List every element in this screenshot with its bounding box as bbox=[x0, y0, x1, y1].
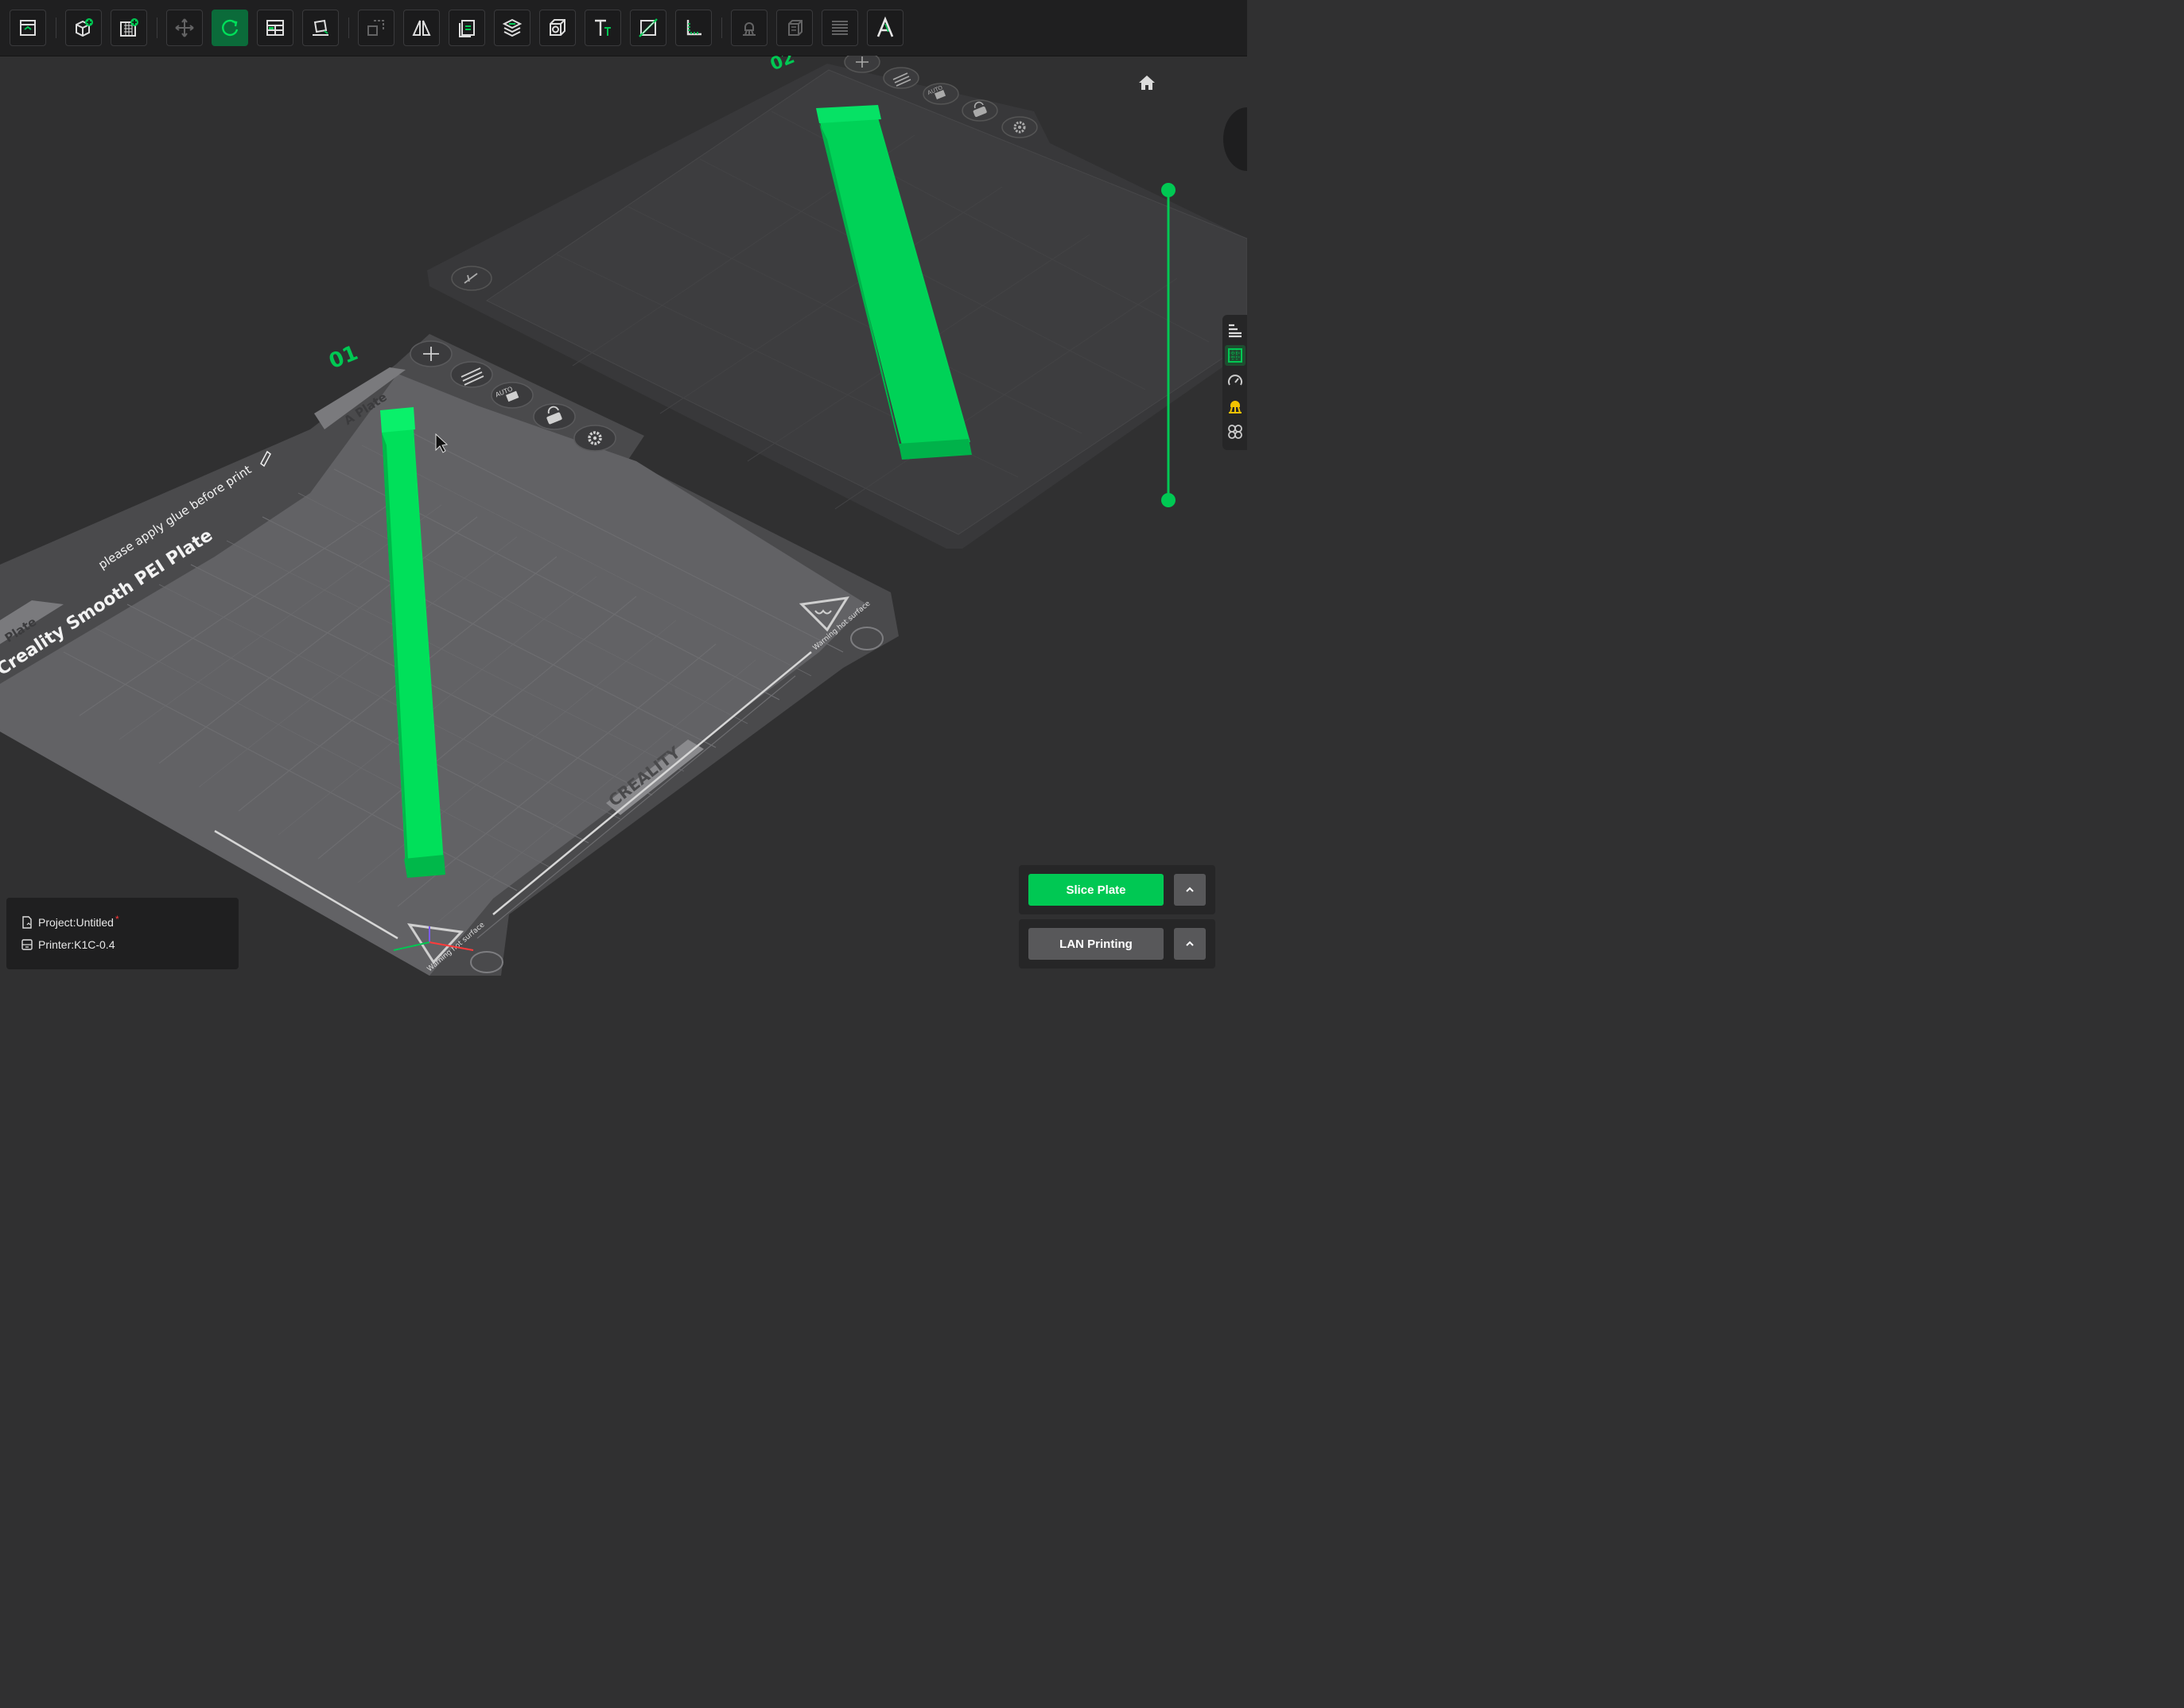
arrange-icon bbox=[266, 20, 284, 36]
object-list-icon bbox=[1229, 324, 1242, 338]
main-toolbar bbox=[0, 0, 1247, 56]
copy-button[interactable] bbox=[449, 10, 485, 46]
cut-button[interactable] bbox=[630, 10, 666, 46]
plate-01-settings-button[interactable] bbox=[573, 425, 616, 452]
slice-actions-panel: Slice Plate LAN Printing bbox=[1019, 865, 1215, 969]
hollow-button[interactable] bbox=[539, 10, 576, 46]
home-icon bbox=[1139, 76, 1155, 90]
plate-01-auto-arrange-button[interactable]: AUTO bbox=[491, 382, 534, 409]
tab-support[interactable] bbox=[1225, 396, 1246, 417]
plate-02-auto-arrange-button[interactable]: AUTO bbox=[923, 83, 959, 105]
open-project-icon bbox=[20, 20, 36, 36]
open-project-button[interactable] bbox=[10, 10, 46, 46]
support-icon bbox=[1229, 401, 1242, 413]
move-icon bbox=[175, 18, 194, 37]
arrange-button[interactable] bbox=[257, 10, 293, 46]
lan-printing-button[interactable]: LAN Printing bbox=[1028, 928, 1164, 960]
speedometer-icon bbox=[1228, 375, 1242, 386]
seam-icon bbox=[788, 20, 802, 36]
font-button[interactable] bbox=[867, 10, 904, 46]
rotate-icon bbox=[222, 19, 239, 37]
font-icon bbox=[876, 16, 894, 37]
scale-icon bbox=[367, 20, 384, 36]
mirror-icon bbox=[412, 20, 431, 36]
plate-grid-icon bbox=[1228, 348, 1242, 363]
measure-button[interactable] bbox=[675, 10, 712, 46]
print-options-button[interactable] bbox=[1174, 928, 1206, 960]
shapes-icon bbox=[1228, 425, 1242, 439]
unsaved-marker: * bbox=[115, 914, 119, 925]
tab-variable-layer[interactable] bbox=[1225, 421, 1246, 442]
toolbar-divider bbox=[348, 17, 349, 38]
support-paint-button[interactable] bbox=[731, 10, 768, 46]
plate-01-orient-button[interactable] bbox=[450, 361, 493, 388]
lay-on-face-button[interactable] bbox=[302, 10, 339, 46]
printer-name: Printer:K1C-0.4 bbox=[38, 938, 115, 951]
add-plate-button[interactable] bbox=[111, 10, 147, 46]
add-model-icon bbox=[76, 18, 93, 37]
chevron-up-icon bbox=[1186, 887, 1194, 892]
text-icon bbox=[595, 19, 611, 36]
plate-02-add-button[interactable] bbox=[844, 56, 880, 73]
printer-icon bbox=[21, 939, 33, 950]
support-paint-icon bbox=[743, 22, 756, 36]
move-button[interactable] bbox=[166, 10, 203, 46]
measure-icon bbox=[686, 20, 701, 36]
document-icon bbox=[22, 916, 32, 929]
right-tab-strip bbox=[1222, 315, 1247, 450]
layer-slider-bottom-handle[interactable] bbox=[1161, 493, 1176, 507]
home-view-button[interactable] bbox=[1136, 72, 1158, 94]
chevron-up-icon bbox=[1186, 941, 1194, 946]
print-action-row: LAN Printing bbox=[1019, 919, 1215, 969]
plate-02-lock-button[interactable] bbox=[962, 99, 998, 122]
tab-objects[interactable] bbox=[1225, 320, 1246, 340]
plate-01-lock-button[interactable] bbox=[533, 403, 576, 430]
text-button[interactable] bbox=[585, 10, 621, 46]
seam-button[interactable] bbox=[776, 10, 813, 46]
mirror-button[interactable] bbox=[403, 10, 440, 46]
plate-02-orient-button[interactable] bbox=[883, 67, 919, 89]
view-cube-partial[interactable] bbox=[1223, 107, 1247, 171]
add-model-button[interactable] bbox=[65, 10, 102, 46]
cut-icon bbox=[639, 18, 658, 37]
project-row: Project:Untitled * bbox=[21, 914, 119, 931]
add-plate-icon bbox=[120, 18, 138, 37]
layer-slider-top-handle[interactable] bbox=[1161, 183, 1176, 197]
project-status-panel: Project:Untitled * Printer:K1C-0.4 bbox=[6, 898, 239, 969]
slice-plate-button[interactable]: Slice Plate bbox=[1028, 874, 1164, 906]
layers-button[interactable] bbox=[822, 10, 858, 46]
slice-action-row: Slice Plate bbox=[1019, 865, 1215, 914]
viewport-3d[interactable]: 02 AUTO 01 A Plate Plate please apply gl… bbox=[0, 56, 1247, 976]
hollow-icon bbox=[550, 19, 565, 36]
slice-layers-button[interactable] bbox=[494, 10, 530, 46]
plate-02-settings-button[interactable] bbox=[1001, 116, 1038, 138]
plate-01-add-button[interactable] bbox=[410, 340, 453, 367]
copy-icon bbox=[459, 20, 475, 37]
plate-01-number: 01 bbox=[326, 341, 362, 374]
scale-button[interactable] bbox=[358, 10, 394, 46]
toolbar-divider bbox=[721, 17, 722, 38]
layers-icon bbox=[832, 21, 848, 35]
rotate-button[interactable] bbox=[212, 10, 248, 46]
plate-01-surface bbox=[0, 374, 867, 976]
tab-speed[interactable] bbox=[1225, 371, 1246, 391]
tab-plate[interactable] bbox=[1225, 345, 1246, 366]
project-name: Project:Untitled bbox=[38, 916, 114, 929]
printer-row[interactable]: Printer:K1C-0.4 bbox=[21, 936, 115, 953]
lay-on-face-icon bbox=[313, 19, 328, 36]
slice-options-button[interactable] bbox=[1174, 874, 1206, 906]
plate-02-edit-button[interactable] bbox=[451, 266, 492, 291]
slice-layers-icon bbox=[502, 18, 523, 37]
plate-02-number: 02 bbox=[768, 56, 798, 75]
